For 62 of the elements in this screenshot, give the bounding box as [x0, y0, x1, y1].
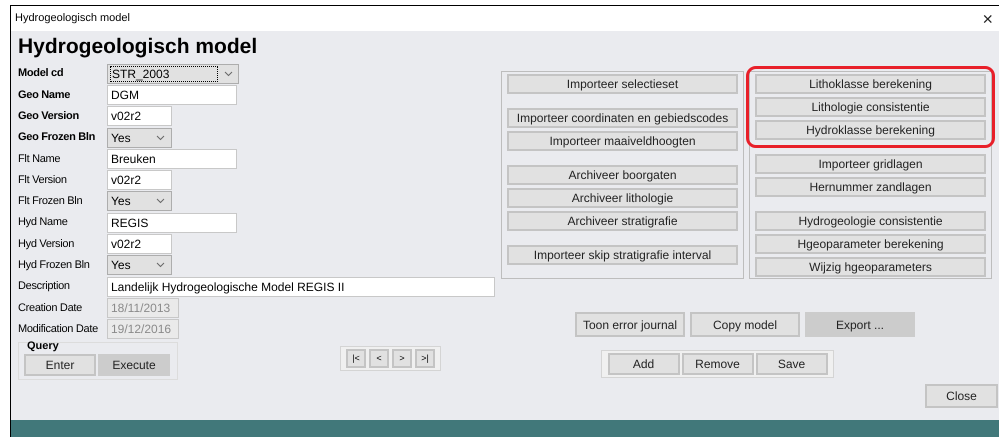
date-field: 19/12/2016 [107, 319, 179, 340]
navigation-button[interactable]: < [369, 348, 389, 368]
yes-no-dropdown[interactable]: Yes [107, 191, 172, 212]
field-label: Hyd Frozen Bln [18, 258, 91, 274]
action-button[interactable]: Importeer maaiveldhoogten [507, 131, 738, 151]
field-label: Hyd Name [18, 215, 69, 230]
action-button[interactable]: Export ... [805, 312, 915, 337]
field-label: Geo Name [18, 88, 72, 103]
action-button[interactable]: Importeer coordinaten en gebiedscodes [507, 108, 738, 128]
action-button[interactable]: Hydroklasse berekening [755, 120, 986, 140]
text-field[interactable]: v02r2 [107, 170, 172, 190]
chevron-down-icon [156, 198, 165, 204]
text-field[interactable]: REGIS [107, 212, 237, 233]
field-label: Modification Date [18, 322, 99, 337]
yes-no-dropdown[interactable]: Yes [107, 255, 172, 276]
form-heading: Hydrogeologisch model [18, 34, 258, 60]
query-title: Query [27, 340, 59, 352]
action-button[interactable]: Lithologie consistentie [755, 97, 986, 117]
yes-no-dropdown[interactable]: Yes [107, 128, 172, 148]
action-button[interactable]: Add [608, 353, 680, 375]
action-button[interactable]: Remove [682, 353, 754, 375]
action-button[interactable]: Toon error journal [575, 312, 685, 337]
navigation-button[interactable]: > [392, 348, 412, 368]
close-button[interactable]: × [982, 10, 993, 28]
action-button[interactable]: Hgeoparameter berekening [755, 234, 986, 254]
field-label: Creation Date [18, 300, 83, 316]
window-title: Hydrogeologisch model [15, 11, 130, 26]
field-label: Geo Version [18, 108, 80, 124]
field-label: Flt Version [18, 172, 68, 188]
text-field[interactable]: Landelijk Hydrogeologische Model REGIS II [107, 276, 495, 297]
action-button[interactable]: Archiveer stratigrafie [507, 211, 738, 231]
date-field: 18/11/2013 [107, 298, 179, 318]
action-button[interactable]: Save [756, 353, 828, 375]
text-field[interactable]: Breuken [107, 148, 237, 169]
action-button[interactable]: Enter [24, 354, 96, 376]
navigation-button[interactable]: |< [346, 348, 366, 368]
action-button[interactable]: Copy model [690, 312, 800, 337]
text-field[interactable]: v02r2 [107, 234, 172, 254]
chevron-down-icon [224, 70, 232, 77]
action-button[interactable]: Close [925, 384, 998, 408]
action-button[interactable]: Wijzig hgeoparameters [755, 257, 986, 277]
action-button[interactable]: Importeer skip stratigrafie interval [507, 245, 738, 265]
field-label: Flt Name [18, 152, 62, 167]
field-label: Hyd Version [18, 236, 76, 252]
model-dropdown[interactable]: STR_2003 [107, 64, 239, 84]
action-button[interactable]: Archiveer boorgaten [507, 165, 738, 185]
field-label: Model cd [18, 66, 64, 82]
chevron-down-icon [156, 134, 165, 141]
field-label: Description [18, 279, 71, 294]
field-label: Geo Frozen Bln [18, 130, 96, 146]
action-button[interactable]: Importeer gridlagen [755, 154, 986, 174]
action-button[interactable]: Archiveer lithologie [507, 188, 738, 208]
chevron-down-icon [156, 262, 165, 268]
navigation-button[interactable]: >| [415, 348, 435, 368]
text-field[interactable]: v02r2 [107, 106, 172, 126]
field-label: Flt Frozen Bln [18, 194, 84, 210]
action-button[interactable]: Importeer selectieset [507, 74, 738, 94]
action-button[interactable]: Hydrogeologie consistentie [755, 211, 986, 231]
action-button[interactable]: Hernummer zandlagen [755, 177, 986, 197]
action-button[interactable]: Execute [98, 354, 170, 376]
action-button[interactable]: Lithoklasse berekening [755, 74, 986, 94]
text-field[interactable]: DGM [107, 84, 237, 105]
